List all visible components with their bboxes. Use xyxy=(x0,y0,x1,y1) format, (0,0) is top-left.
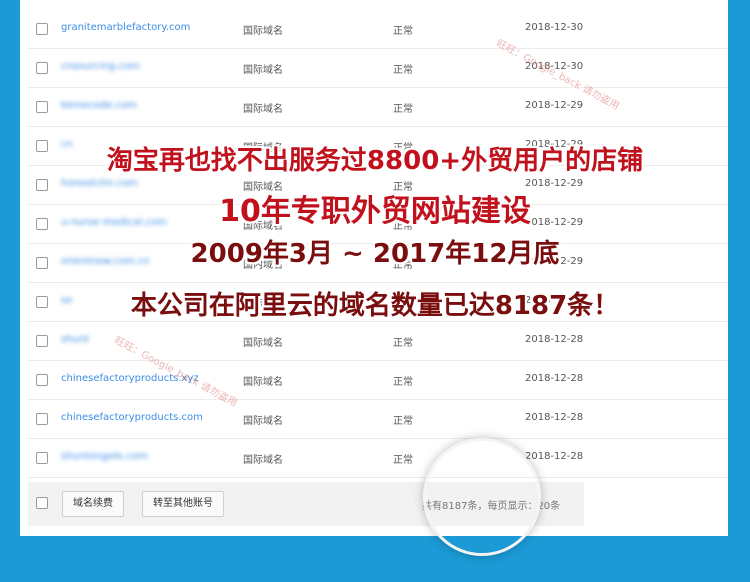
domain-status: 正常 xyxy=(393,338,413,349)
row-checkbox[interactable] xyxy=(36,101,48,113)
domain-type: 国际域名 xyxy=(243,455,283,466)
expiry-date: 2018-12-28 xyxy=(525,451,584,462)
renew-button[interactable]: 域名续费 xyxy=(62,491,124,517)
row-checkbox[interactable] xyxy=(36,335,48,347)
row-checkbox[interactable] xyxy=(36,413,48,425)
promo-domain-count: 本公司在阿里云的域名数量已达8187条！ xyxy=(130,291,620,321)
domain-type: 国际域名 xyxy=(243,104,283,115)
transfer-button[interactable]: 转至其他账号 xyxy=(142,491,224,517)
row-checkbox[interactable] xyxy=(36,374,48,386)
domain-status: 正常 xyxy=(393,416,413,427)
table-row: shuntongele.com 国际域名 正常 2018-12-28 xyxy=(28,439,728,478)
domain-status: 正常 xyxy=(393,377,413,388)
domain-status: 正常 xyxy=(393,455,413,466)
table-row: cnsourcing.com 国际域名 正常 2018-12-30 xyxy=(28,49,728,88)
table-row: chinesefactoryproducts.xyz 国际域名 正常 2018-… xyxy=(28,361,728,400)
row-checkbox[interactable] xyxy=(36,62,48,74)
promo-subheadline: 10年专职外贸网站建设 xyxy=(219,194,531,229)
domain-type: 国际域名 xyxy=(243,416,283,427)
expiry-date: 2018-12-30 xyxy=(525,22,584,33)
magnifier-circle xyxy=(423,438,541,556)
table-row: kemecode.com 国际域名 正常 2018-12-29 xyxy=(28,88,728,127)
expiry-date: 2018-12-28 xyxy=(525,373,584,384)
row-checkbox[interactable] xyxy=(36,452,48,464)
expiry-date: 2018-12-28 xyxy=(525,412,584,423)
row-checkbox[interactable] xyxy=(36,23,48,35)
domain-link[interactable]: shuntongele.com xyxy=(61,451,236,462)
table-row: chinesefactoryproducts.com 国际域名 正常 2018-… xyxy=(28,400,728,439)
domain-link[interactable]: cnsourcing.com xyxy=(61,61,236,72)
domain-type: 国际域名 xyxy=(243,26,283,37)
domain-link[interactable]: granitemarblefactory.com xyxy=(61,22,236,33)
domain-link[interactable]: chinesefactoryproducts.com xyxy=(61,412,236,423)
table-row: granitemarblefactory.com 国际域名 正常 2018-12… xyxy=(28,10,728,49)
expiry-date: 2018-12-28 xyxy=(525,334,584,345)
expiry-date: 2018-12-29 xyxy=(525,100,584,111)
select-all-checkbox[interactable] xyxy=(36,497,48,509)
domain-link[interactable]: shunt xyxy=(61,334,236,345)
promo-date-range: 2009年3月 ~ 2017年12月底 xyxy=(190,239,560,269)
domain-status: 正常 xyxy=(393,65,413,76)
domain-type: 国际域名 xyxy=(243,338,283,349)
promo-headline: 淘宝再也找不出服务过8800+外贸用户的店铺 xyxy=(106,146,644,176)
domain-link[interactable]: kemecode.com xyxy=(61,100,236,111)
domain-type: 国际域名 xyxy=(243,65,283,76)
domain-status: 正常 xyxy=(393,26,413,37)
domain-type: 国际域名 xyxy=(243,377,283,388)
domain-status: 正常 xyxy=(393,104,413,115)
